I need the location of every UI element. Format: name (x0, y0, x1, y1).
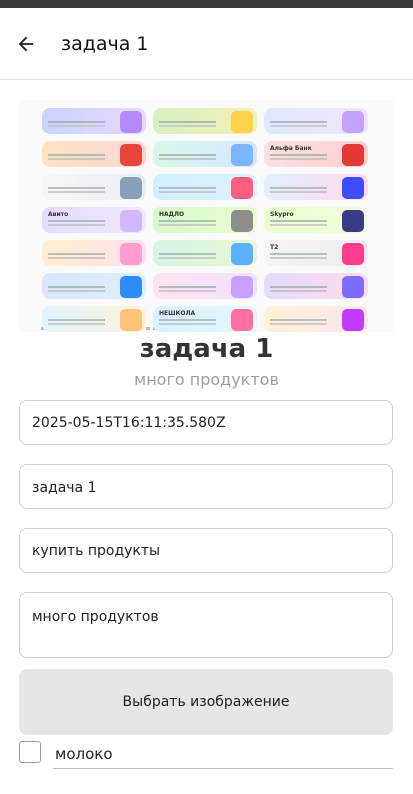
banner-card (153, 108, 257, 134)
task-image: Альфа Банк Авито НАДЛО Skypro T2 НЕШКОЛА (19, 100, 393, 332)
banner-card: Альфа Банк (264, 141, 368, 167)
banner-card-illustration (120, 144, 142, 166)
task-subtitle: много продуктов (134, 370, 279, 389)
banner-card-illustration (342, 144, 364, 166)
description-field[interactable]: много продуктов (19, 592, 393, 658)
name-field[interactable]: задача 1 (19, 464, 393, 509)
banner-card-illustration (231, 276, 253, 298)
pick-image-button[interactable]: Выбрать изображение (19, 669, 393, 735)
banner-card-text (270, 286, 328, 288)
banner-card-text (48, 187, 106, 189)
banner-card-illustration (231, 144, 253, 166)
page-title: задача 1 (61, 33, 149, 55)
banner-card-illustration (231, 177, 253, 199)
banner-card-text (159, 319, 217, 321)
banner-card: T2 (264, 240, 368, 266)
banner-card-illustration (231, 111, 253, 133)
checklist-item-label: молоко (55, 745, 113, 763)
status-bar (0, 0, 413, 8)
banner-card (153, 273, 257, 299)
banner-card-illustration (120, 177, 142, 199)
banner-card-text (48, 319, 106, 321)
checklist-checkbox[interactable] (19, 741, 41, 763)
banner-card (42, 306, 146, 332)
banner-card-illustration (231, 309, 253, 331)
banner-card-illustration (120, 210, 142, 232)
banner-card-brand: Альфа Банк (270, 145, 312, 152)
banner-card-illustration (120, 309, 142, 331)
date-value: 2025-05-15T16:11:35.580Z (32, 415, 226, 431)
banner-card-illustration (342, 111, 364, 133)
banner-card (264, 273, 368, 299)
banner-card (153, 141, 257, 167)
banner-card-text (48, 220, 106, 222)
banner-card-text (270, 253, 328, 255)
banner-card-text (159, 220, 217, 222)
banner-card: НАДЛО (153, 207, 257, 233)
banner-card-text (270, 220, 328, 222)
short-description-value: купить продукты (32, 543, 161, 559)
banner-card (42, 174, 146, 200)
banner-card (264, 108, 368, 134)
banner-card-illustration (231, 210, 253, 232)
banner-card-illustration (231, 243, 253, 265)
banner-card-text (159, 253, 217, 255)
banner-card-brand: НЕШКОЛА (159, 310, 196, 317)
arrow-left-icon (18, 36, 34, 52)
app-bar: задача 1 (0, 8, 413, 80)
banner-card-brand: Авито (48, 211, 69, 218)
banner-card-illustration (342, 177, 364, 199)
task-title: задача 1 (139, 334, 274, 364)
banner-card-text (48, 253, 106, 255)
name-value: задача 1 (32, 480, 97, 496)
banner-card: НЕШКОЛА (153, 306, 257, 332)
banner-card (42, 141, 146, 167)
banner-card-illustration (120, 243, 142, 265)
banner-card (264, 174, 368, 200)
banner-card (42, 240, 146, 266)
banner-card (42, 108, 146, 134)
banner-card-illustration (342, 243, 364, 265)
banner-card-brand: Skypro (270, 211, 294, 218)
banner-card (153, 240, 257, 266)
banner-card-text (48, 154, 106, 156)
banner-card-illustration (342, 276, 364, 298)
description-value: много продуктов (32, 609, 159, 625)
banner-card (264, 306, 368, 332)
banner-card-illustration (342, 210, 364, 232)
date-field[interactable]: 2025-05-15T16:11:35.580Z (19, 400, 393, 445)
banner-card-text (159, 187, 217, 189)
banner-card-text (270, 154, 328, 156)
banner-card-illustration (342, 309, 364, 331)
checklist-item-underline (53, 768, 393, 769)
banner-card (42, 273, 146, 299)
back-button[interactable] (8, 26, 44, 62)
short-description-field[interactable]: купить продукты (19, 528, 393, 573)
banner-card-illustration (120, 276, 142, 298)
banner-card-text (270, 187, 328, 189)
banner-card-text (159, 121, 217, 123)
banner-card (153, 174, 257, 200)
banner-card-text (159, 154, 217, 156)
banner-card-text (48, 286, 106, 288)
banner-card-illustration (120, 111, 142, 133)
banner-card-brand: T2 (270, 244, 279, 251)
banner-card-text (270, 319, 328, 321)
banner-card-text (48, 121, 106, 123)
banner-card-brand: НАДЛО (159, 211, 185, 218)
banner-card-text (159, 286, 217, 288)
banner-card-text (270, 121, 328, 123)
banner-card: Skypro (264, 207, 368, 233)
banner-card: Авито (42, 207, 146, 233)
